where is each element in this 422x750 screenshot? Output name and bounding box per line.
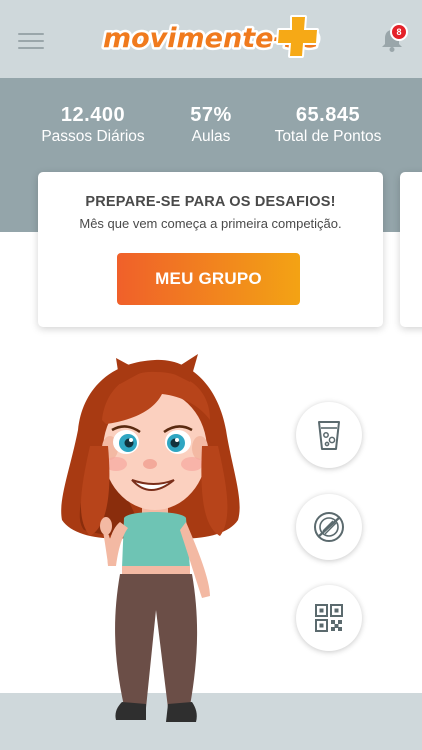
user-avatar-illustration: [61, 354, 240, 722]
card-subtitle: Mês que vem começa a primeira competição…: [79, 216, 342, 231]
app-logo: movimente-se: [101, 15, 322, 58]
stat-total-points: 65.845 Total de Pontos: [264, 104, 392, 146]
stat-value: 57%: [190, 104, 232, 126]
notification-badge: 8: [390, 23, 408, 41]
stat-label: Passos Diários: [41, 128, 145, 145]
next-card-peek[interactable]: [400, 172, 422, 327]
qr-scanner-button[interactable]: [296, 585, 362, 651]
card-title: PREPARE-SE PARA OS DESAFIOS!: [85, 194, 336, 210]
stat-value: 65.845: [295, 104, 361, 126]
stat-value: 12.400: [60, 104, 126, 126]
water-glass-icon: [318, 421, 340, 450]
app-header: movimente-se 8: [0, 0, 422, 78]
stat-classes: 57% Aulas: [176, 104, 246, 146]
diet-tracker-button[interactable]: [296, 494, 362, 560]
qr-code-icon: [315, 604, 343, 632]
water-tracker-button[interactable]: [296, 402, 362, 468]
my-group-button[interactable]: MEU GRUPO: [117, 253, 300, 305]
challenge-card: PREPARE-SE PARA OS DESAFIOS! Mês que vem…: [38, 172, 383, 327]
no-food-plate-icon: [314, 512, 344, 542]
stat-label: Total de Pontos: [274, 128, 382, 145]
hamburger-menu-icon[interactable]: [18, 33, 44, 49]
stat-label: Aulas: [191, 128, 231, 145]
stat-daily-steps: 12.400 Passos Diários: [30, 104, 156, 146]
